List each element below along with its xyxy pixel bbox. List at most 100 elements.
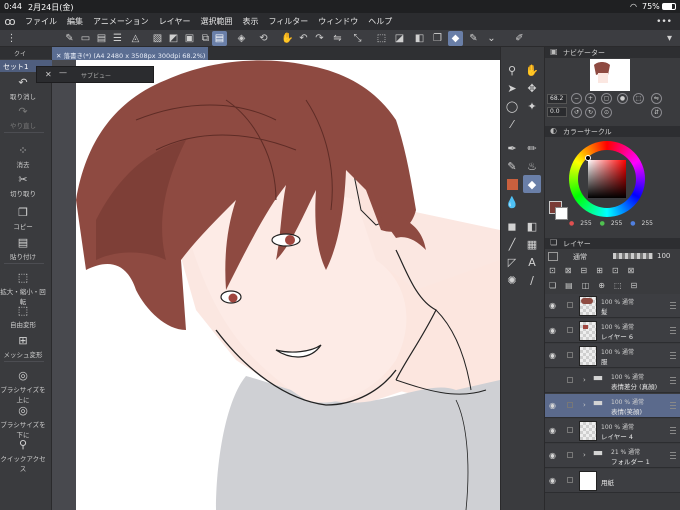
menu-help[interactable]: ヘルプ xyxy=(368,16,392,27)
chevron-down-icon[interactable]: ⌄ xyxy=(484,31,499,46)
app-logo-icon[interactable]: ꝏ xyxy=(0,13,20,30)
color-circle-header[interactable]: ◐ カラーサークル xyxy=(545,126,680,137)
visibility-eye-icon[interactable]: ◉ xyxy=(549,451,556,460)
auto-select-tool-icon[interactable]: ✦ xyxy=(523,97,541,115)
tool-property-icon[interactable]: ✐ xyxy=(512,31,527,46)
grid-icon[interactable]: ▧ xyxy=(150,31,165,46)
drag-handle-icon[interactable] xyxy=(670,427,676,434)
menu-filter[interactable]: フィルター xyxy=(268,16,308,27)
panel-menu-icon[interactable]: ▾ xyxy=(662,31,677,46)
hue-ring[interactable] xyxy=(569,141,645,217)
menu-lines-icon[interactable]: ☰ xyxy=(110,31,125,46)
cmd-quick-access[interactable]: ⚲ クイックアクセス xyxy=(0,439,46,474)
sub-color-swatch[interactable] xyxy=(555,207,568,220)
zoom-in-icon[interactable]: + xyxy=(585,93,596,104)
flip-icon[interactable]: ⇋ xyxy=(330,31,345,46)
cmd-clear[interactable]: ⁘ 消去 xyxy=(0,145,46,170)
blend-mode-select[interactable]: 通常 xyxy=(573,252,587,262)
copy-layer-icon[interactable]: ❐ xyxy=(430,31,445,46)
menu-view[interactable]: 表示 xyxy=(242,16,258,27)
brush-tool-icon[interactable]: ✎ xyxy=(503,157,521,175)
layer-lock-checkbox[interactable] xyxy=(567,477,573,483)
frame-icon[interactable]: ▣ xyxy=(182,31,197,46)
eraser-toolbar-icon[interactable]: ◆ xyxy=(448,31,463,46)
selection-pen-icon[interactable]: ✎ xyxy=(62,31,77,46)
pen-tool-icon[interactable]: ✒ xyxy=(503,139,521,157)
hand-icon[interactable]: ✋ xyxy=(280,31,295,46)
subview-close-icon[interactable]: ✕ xyxy=(45,70,52,79)
close-icon[interactable]: ✕ xyxy=(56,52,64,60)
layer-lock-checkbox[interactable] xyxy=(567,377,573,383)
rotate-canvas-icon[interactable]: ⟲ xyxy=(256,31,271,46)
blend-tool-icon[interactable]: 💧 xyxy=(503,193,521,211)
cmd-paste[interactable]: ▤ 貼り付け xyxy=(0,237,46,262)
move-layer-tool-icon[interactable]: ✥ xyxy=(523,79,541,97)
transform-icon[interactable]: ⤡ xyxy=(350,31,365,46)
layer-lock-icons[interactable]: ⊡⊠⊟⊞⊡⊠ xyxy=(549,266,643,275)
opacity-slider[interactable] xyxy=(613,253,653,259)
cmd-mesh-transform[interactable]: ⊞ メッシュ変形 xyxy=(0,335,46,360)
pencil-tool-icon[interactable]: ✏ xyxy=(523,139,541,157)
color-fill-icon[interactable]: ◧ xyxy=(412,31,427,46)
rotation-field[interactable]: 0.0 xyxy=(547,107,567,117)
decoration-tool-icon[interactable] xyxy=(503,175,521,193)
layer-lock-checkbox[interactable] xyxy=(567,452,573,458)
canvas-area[interactable] xyxy=(52,60,500,510)
fill-icon[interactable]: ◪ xyxy=(392,31,407,46)
layer-lock-checkbox[interactable] xyxy=(567,302,573,308)
folder-expand-icon[interactable]: › xyxy=(583,401,586,409)
cmd-brush-size-up[interactable]: ◎ ブラシサイズを上に xyxy=(0,370,46,405)
visibility-eye-icon[interactable]: ◉ xyxy=(549,301,556,310)
drag-handle-icon[interactable] xyxy=(670,352,676,359)
layer-row[interactable]: ◉ 100 % 通常 レイヤー 6 xyxy=(545,319,680,343)
perspective-icon[interactable]: ◩ xyxy=(166,31,181,46)
deselect-icon[interactable]: ⬚ xyxy=(374,31,389,46)
cmd-free-transform[interactable]: ⬚ 自由変形 xyxy=(0,305,46,330)
hand-tool-icon[interactable]: ✋ xyxy=(523,61,541,79)
drag-handle-icon[interactable] xyxy=(670,377,676,384)
flip-horizontal-icon[interactable]: ⇋ xyxy=(651,93,662,104)
fit-window-icon[interactable]: ⬚ xyxy=(633,93,644,104)
visibility-eye-icon[interactable]: ◉ xyxy=(549,426,556,435)
menu-window[interactable]: ウィンドウ xyxy=(318,16,358,27)
layer-lock-checkbox[interactable] xyxy=(567,427,573,433)
text-tool-icon[interactable]: A xyxy=(523,253,541,271)
reset-rotation-icon[interactable]: ⊙ xyxy=(601,107,612,118)
fill-tool-icon[interactable]: ◼ xyxy=(503,217,521,235)
layer-row[interactable]: › ▬ 100 % 通常 表情差分 (真顔) xyxy=(545,369,680,393)
crop-icon[interactable]: ⧉ xyxy=(198,31,213,46)
visibility-eye-icon[interactable]: ◉ xyxy=(549,351,556,360)
eraser-tool-icon[interactable]: ◆ xyxy=(523,175,541,193)
more-icon[interactable]: ••• xyxy=(656,17,672,27)
open-icon[interactable]: ▤ xyxy=(94,31,109,46)
navigator-preview[interactable] xyxy=(590,59,630,91)
figure-tool-icon[interactable]: ╱ xyxy=(503,235,521,253)
ruler-tool-icon[interactable]: ◸ xyxy=(503,253,521,271)
cmd-brush-size-down[interactable]: ◎ ブラシサイズを下に xyxy=(0,405,46,440)
rotate-left-icon[interactable]: ↺ xyxy=(571,107,582,118)
balloon-tool-icon[interactable]: ✺ xyxy=(503,271,521,289)
stack-icon[interactable]: ◈ xyxy=(234,31,249,46)
flip-vertical-icon[interactable]: ⇵ xyxy=(651,107,662,118)
triangle-ruler-icon[interactable]: ◬ xyxy=(128,31,143,46)
rotate-right-icon[interactable]: ↻ xyxy=(585,107,596,118)
color-picker-handle[interactable] xyxy=(585,155,591,161)
menu-file[interactable]: ファイル xyxy=(25,16,57,27)
gradient-tool-icon[interactable]: ◧ xyxy=(523,217,541,235)
zoom-field[interactable]: 68.2 xyxy=(547,94,567,104)
opacity-value[interactable]: 100 xyxy=(657,252,670,260)
folder-expand-icon[interactable]: › xyxy=(583,376,586,384)
quick-access-tab[interactable]: クイ xyxy=(0,47,52,59)
correct-line-tool-icon[interactable]: ∕ xyxy=(523,271,541,289)
lasso-tool-icon[interactable]: ◯ xyxy=(503,97,521,115)
navigator-header[interactable]: ▣ ナビゲーター xyxy=(545,47,680,58)
layer-action-icons[interactable]: ❏▤◫⊕⬚⊟ xyxy=(549,281,646,290)
redo-toolbar-icon[interactable]: ↷ xyxy=(312,31,327,46)
cmd-cut[interactable]: ✂ 切り取り xyxy=(0,174,46,199)
document-tab[interactable]: ✕ 落書き(*) (A4 2480 x 3508px 300dpi 68.2%) xyxy=(52,47,208,60)
zoom-out-icon[interactable]: − xyxy=(571,93,582,104)
visibility-eye-icon[interactable]: ◉ xyxy=(549,401,556,410)
eyedropper-tool-icon[interactable]: ⁄ xyxy=(503,115,521,133)
menu-edit[interactable]: 編集 xyxy=(67,16,83,27)
visibility-eye-icon[interactable]: ◉ xyxy=(549,326,556,335)
